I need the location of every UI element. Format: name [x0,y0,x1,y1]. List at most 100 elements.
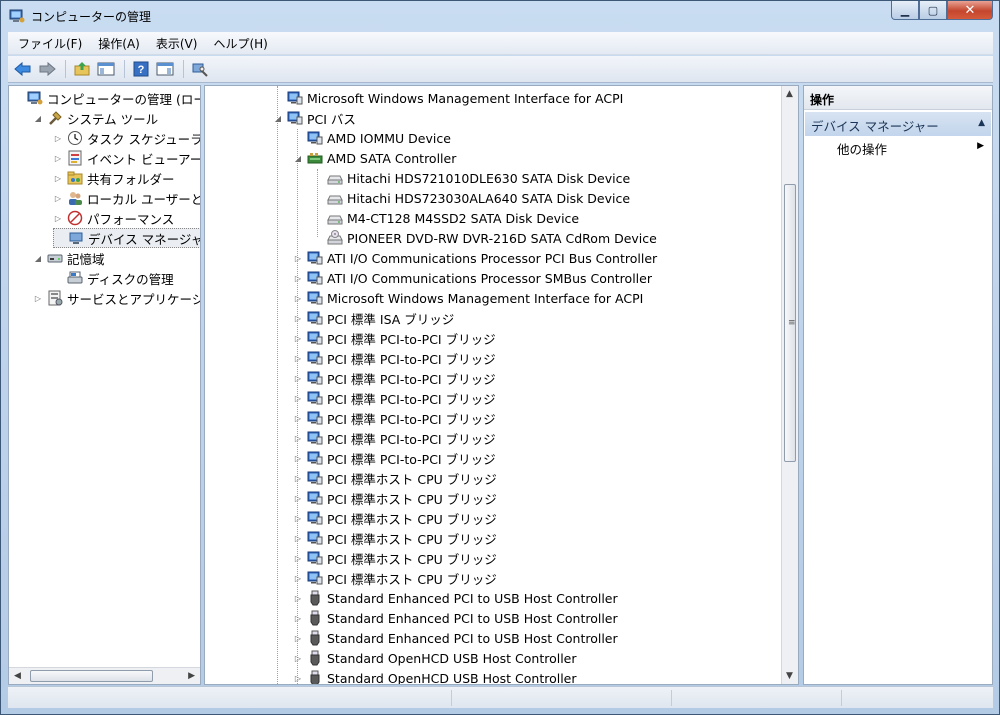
scroll-thumb[interactable] [30,670,153,682]
actions-group-device-manager[interactable]: デバイス マネージャー ▲ [805,112,991,136]
expand-arrow-icon[interactable]: ▷ [293,573,303,583]
device-tree-item[interactable]: ▷ PCI 標準 PCI-to-PCI ブリッジ [293,328,496,348]
menu-action[interactable]: 操作(A) [98,35,140,52]
collapse-arrow-icon[interactable]: ◢ [33,253,43,263]
console-tree-horizontal-scrollbar[interactable]: ◀ ▶ [9,667,200,684]
scroll-up-icon[interactable]: ▲ [786,89,793,99]
device-tree-item[interactable]: ◢ AMD SATA Controller [293,148,456,168]
expand-arrow-icon[interactable]: ▷ [53,193,63,203]
console-tree-item[interactable]: コンピューターの管理 (ローカ [13,88,200,108]
device-tree-item[interactable]: ▷ Standard Enhanced PCI to USB Host Contr… [293,588,618,608]
device-tree-vertical-scrollbar[interactable]: ▲ ≡ ▼ [781,86,798,684]
device-tree-item[interactable]: ▷ PCI 標準ホスト CPU ブリッジ [293,508,497,528]
device-tree-item[interactable]: PIONEER DVD-RW DVR-216D SATA CdRom Devic… [313,228,657,248]
console-tree-item[interactable]: ▷ サービスとアプリケーショ [33,288,200,308]
expand-arrow-icon[interactable]: ▷ [53,213,63,223]
console-tree-item[interactable]: ▷ タスク スケジューラ [53,128,200,148]
device-tree-item[interactable]: ▷ PCI 標準 ISA ブリッジ [293,308,454,328]
close-button[interactable]: ✕ [947,1,993,20]
console-tree-item[interactable]: ▷ イベント ビューアー [53,148,200,168]
device-tree-item[interactable]: ▷ PCI 標準 PCI-to-PCI ブリッジ [293,408,496,428]
expand-arrow-icon[interactable]: ▷ [293,593,303,603]
up-folder-button[interactable] [71,58,93,80]
expand-arrow-icon[interactable]: ▷ [33,293,43,303]
scroll-down-icon[interactable]: ▼ [786,671,793,681]
title-bar[interactable]: コンピューターの管理 ▁ ▢ ✕ [1,1,999,31]
expand-arrow-icon[interactable]: ▷ [293,313,303,323]
device-tree-item[interactable]: ▷ PCI 標準ホスト CPU ブリッジ [293,548,497,568]
console-tree-item[interactable]: デバイス マネージャー [53,228,200,248]
console-tree-item[interactable]: ◢ 記憶域 [33,248,105,268]
device-tree-item[interactable]: ▷ PCI 標準ホスト CPU ブリッジ [293,568,497,588]
console-tree-item[interactable]: ▷ ローカル ユーザーとグ [53,188,200,208]
collapse-icon[interactable]: ▲ [978,118,985,128]
device-tree-item[interactable]: AMD IOMMU Device [293,128,451,148]
more-actions-link[interactable]: 他の操作 [837,139,887,158]
expand-arrow-icon[interactable]: ▷ [53,133,63,143]
collapse-arrow-icon[interactable]: ◢ [273,113,283,123]
minimize-button[interactable]: ▁ [891,1,919,20]
device-tree-item[interactable]: ▷ PCI 標準 PCI-to-PCI ブリッジ [293,388,496,408]
expand-arrow-icon[interactable]: ▷ [293,413,303,423]
device-properties-button[interactable] [189,58,211,80]
expand-arrow-icon[interactable]: ▷ [293,393,303,403]
console-tree-item[interactable]: ディスクの管理 [53,268,174,288]
device-tree-item[interactable]: Hitachi HDS723030ALA640 SATA Disk Device [313,188,630,208]
expand-arrow-icon[interactable]: ▷ [293,513,303,523]
device-tree-item[interactable]: Hitachi HDS721010DLE630 SATA Disk Device [313,168,630,188]
console-tree-item[interactable]: ▷ パフォーマンス [53,208,174,228]
expand-arrow-icon[interactable]: ▷ [53,153,63,163]
device-tree-item[interactable]: ▷ Standard Enhanced PCI to USB Host Contr… [293,608,618,628]
expand-arrow-icon[interactable]: ▷ [293,333,303,343]
expand-arrow-icon[interactable]: ▷ [293,353,303,363]
expand-arrow-icon[interactable]: ▷ [293,613,303,623]
menu-file[interactable]: ファイル(F) [18,35,82,52]
maximize-button[interactable]: ▢ [919,1,947,20]
device-tree-item[interactable]: Microsoft Windows Management Interface f… [273,88,623,108]
expand-arrow-icon[interactable]: ▷ [293,273,303,283]
expand-arrow-icon[interactable]: ▷ [293,373,303,383]
device-tree-item[interactable]: ▷ Standard OpenHCD USB Host Controller [293,668,577,684]
device-tree-item[interactable]: ▷ Microsoft Windows Management Interface … [293,288,643,308]
expand-arrow-icon[interactable]: ▷ [293,293,303,303]
expand-arrow-icon[interactable]: ▷ [293,493,303,503]
scroll-thumb[interactable]: ≡ [784,184,796,462]
device-tree-item[interactable]: ▷ PCI 標準 PCI-to-PCI ブリッジ [293,368,496,388]
expand-arrow-icon[interactable]: ▷ [293,553,303,563]
help-button[interactable]: ? [130,58,152,80]
device-tree-item[interactable]: ▷ PCI 標準 PCI-to-PCI ブリッジ [293,448,496,468]
collapse-arrow-icon[interactable]: ◢ [33,113,43,123]
collapse-arrow-icon[interactable]: ◢ [293,153,303,163]
device-tree-item[interactable]: ▷ PCI 標準 PCI-to-PCI ブリッジ [293,428,496,448]
menu-view[interactable]: 表示(V) [156,35,198,52]
expand-arrow-icon[interactable]: ▷ [293,673,303,683]
device-tree-item[interactable]: ▷ PCI 標準ホスト CPU ブリッジ [293,528,497,548]
menu-help[interactable]: ヘルプ(H) [213,35,267,52]
show-hide-action-pane-button[interactable] [154,58,176,80]
device-tree-item[interactable]: ▷ PCI 標準ホスト CPU ブリッジ [293,468,497,488]
device-manager-pane[interactable]: Microsoft Windows Management Interface f… [204,85,799,685]
device-tree-item[interactable]: ▷ Standard Enhanced PCI to USB Host Contr… [293,628,618,648]
expand-arrow-icon[interactable]: ▷ [293,653,303,663]
expand-arrow-icon[interactable]: ▷ [293,473,303,483]
device-tree-item[interactable]: ▷ ATI I/O Communications Processor PCI Bu… [293,248,657,268]
device-tree-item[interactable]: ▷ Standard OpenHCD USB Host Controller [293,648,577,668]
device-tree-item[interactable]: ▷ PCI 標準 PCI-to-PCI ブリッジ [293,348,496,368]
back-button[interactable] [12,58,34,80]
scroll-left-icon[interactable]: ◀ [14,671,21,681]
console-tree-item[interactable]: ▷ 共有フォルダー [53,168,175,188]
expand-arrow-icon[interactable]: ▷ [293,453,303,463]
expand-arrow-icon[interactable]: ▷ [53,173,63,183]
device-tree-item[interactable]: ▷ PCI 標準ホスト CPU ブリッジ [293,488,497,508]
expand-arrow-icon[interactable]: ▷ [293,433,303,443]
expand-arrow-icon[interactable]: ▷ [293,533,303,543]
device-tree-item[interactable]: ▷ ATI I/O Communications Processor SMBus … [293,268,652,288]
device-tree-item[interactable]: M4-CT128 M4SSD2 SATA Disk Device [313,208,579,228]
show-hide-console-tree-button[interactable] [95,58,117,80]
console-tree-pane[interactable]: コンピューターの管理 (ローカ ◢ システム ツール ▷ タスク スケジューラ ▷ イベント… [8,85,201,685]
device-tree-item[interactable]: ◢ PCI バス [273,108,356,128]
console-tree-item[interactable]: ◢ システム ツール [33,108,158,128]
expand-arrow-icon[interactable]: ▷ [293,253,303,263]
scroll-right-icon[interactable]: ▶ [188,671,195,681]
forward-button[interactable] [36,58,58,80]
